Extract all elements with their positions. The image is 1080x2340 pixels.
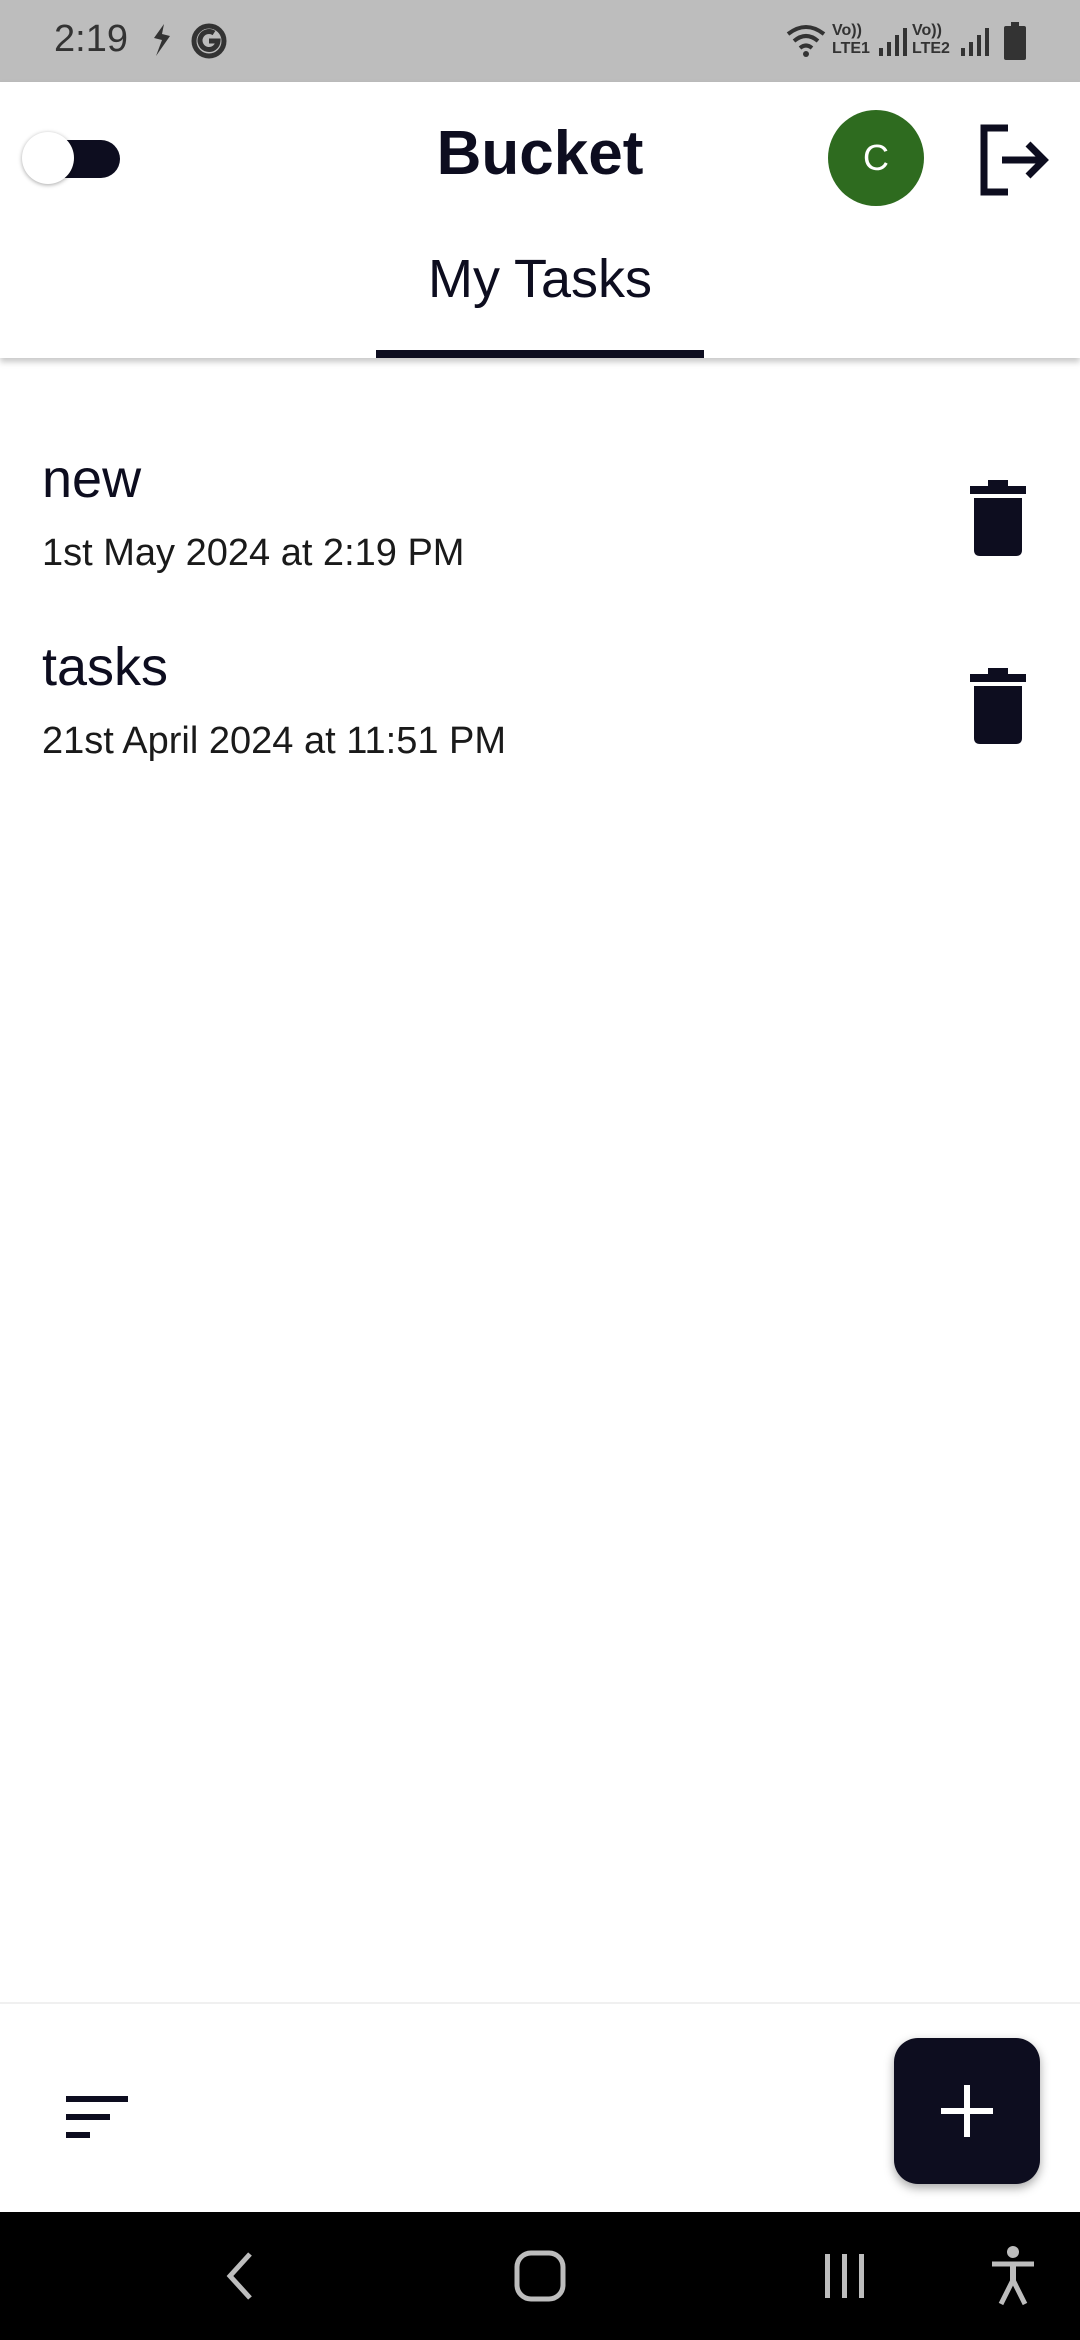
task-title: tasks <box>42 637 169 697</box>
app-bar: Bucket C My Tasks <box>0 82 1080 358</box>
task-date: 21st April 2024 at 11:51 PM <box>42 720 507 762</box>
kite-icon <box>154 24 170 56</box>
toggle-thumb <box>22 132 74 184</box>
signal-icon <box>961 28 989 56</box>
task-item[interactable]: new 1st May 2024 at 2:19 PM <box>0 420 1080 608</box>
task-title: new <box>42 449 142 509</box>
wifi-icon <box>786 25 826 57</box>
status-time: 2:19 <box>54 18 128 60</box>
tab-indicator <box>376 350 704 358</box>
tab-my-tasks[interactable]: My Tasks <box>376 248 704 358</box>
g-circle-icon <box>191 23 227 59</box>
sort-icon[interactable] <box>66 2090 138 2146</box>
add-task-button[interactable] <box>894 2038 1040 2184</box>
signal-icon <box>879 28 907 56</box>
trash-icon[interactable] <box>966 668 1030 744</box>
volte-lte2-icon: Vo)) LTE2 <box>912 22 950 57</box>
tab-label: My Tasks <box>427 249 653 309</box>
status-bar: 2:19 Vo)) LTE1 Vo)) LTE2 <box>0 0 1080 82</box>
battery-icon <box>1004 22 1026 60</box>
task-item[interactable]: tasks 21st April 2024 at 11:51 PM <box>0 608 1080 796</box>
accessibility-icon[interactable] <box>986 2244 1040 2308</box>
recents-icon[interactable] <box>820 2250 870 2302</box>
screen: 2:19 Vo)) LTE1 Vo)) LTE2 Bucket C My Tas… <box>0 0 1080 2340</box>
app-title: Bucket <box>436 119 644 188</box>
back-icon[interactable] <box>216 2246 264 2306</box>
trash-icon[interactable] <box>966 480 1030 556</box>
home-icon[interactable] <box>512 2248 568 2304</box>
logout-icon[interactable] <box>976 122 1052 198</box>
bottom-bar <box>0 2002 1080 2214</box>
task-date: 1st May 2024 at 2:19 PM <box>42 532 465 574</box>
volte-lte1-icon: Vo)) LTE1 <box>832 22 870 57</box>
avatar[interactable]: C <box>828 110 924 206</box>
plus-icon <box>941 2085 993 2137</box>
task-list: new 1st May 2024 at 2:19 PM tasks 21st A… <box>0 420 1080 796</box>
system-nav-bar <box>0 2212 1080 2340</box>
theme-toggle[interactable] <box>22 132 122 186</box>
